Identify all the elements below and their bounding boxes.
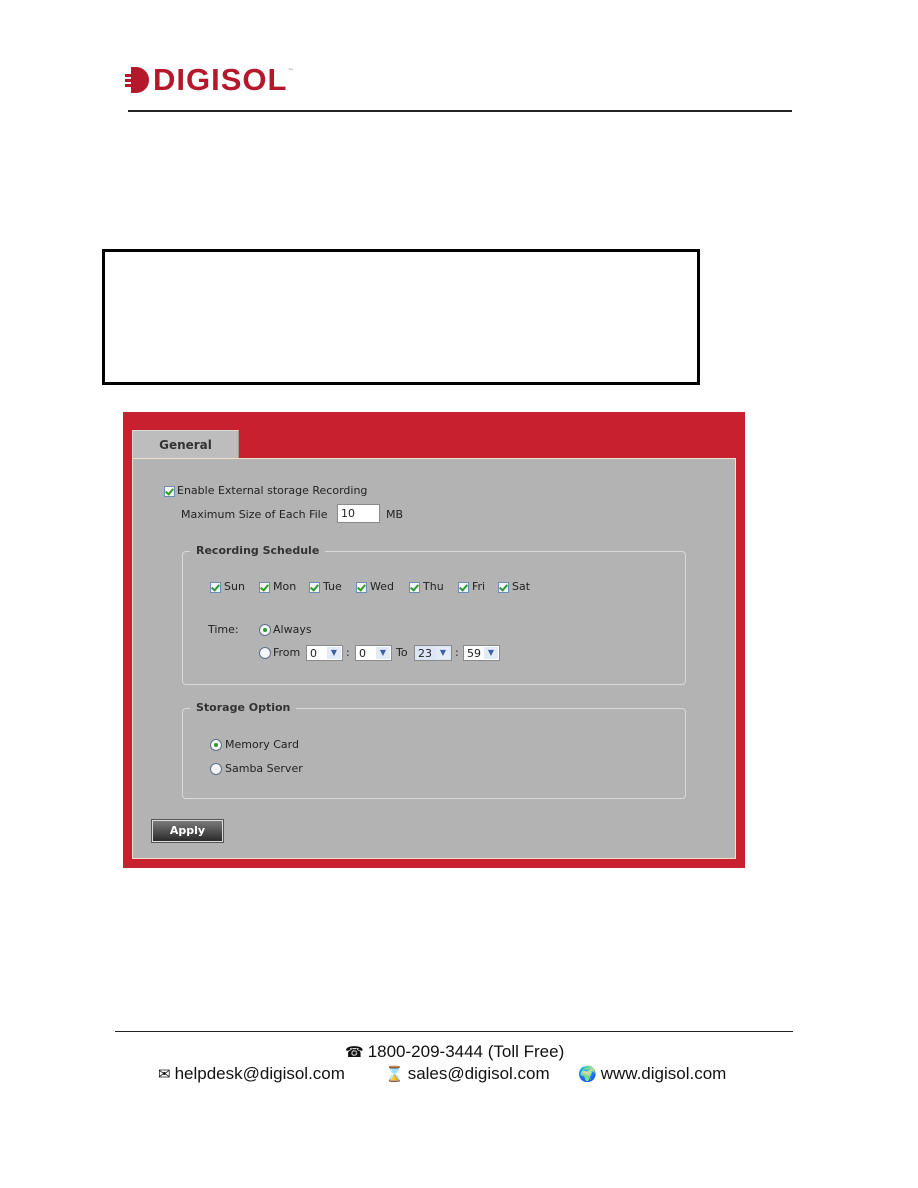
day-wed-checkbox[interactable]	[356, 582, 367, 593]
phone-icon: ☎	[345, 1044, 364, 1061]
storage-option-fieldset	[182, 708, 686, 799]
footer-phone: ☎ 1800-209-3444 (Toll Free)	[345, 1042, 564, 1062]
from-minute-select[interactable]: 0 ▼	[355, 645, 392, 661]
chevron-down-icon: ▼	[436, 647, 450, 659]
tab-general[interactable]: General	[132, 430, 239, 459]
day-sun-checkbox[interactable]	[210, 582, 221, 593]
enable-recording-checkbox[interactable]	[164, 486, 175, 497]
day-fri-checkbox[interactable]	[458, 582, 469, 593]
storage-option-legend: Storage Option	[190, 701, 297, 714]
day-tue-checkbox[interactable]	[309, 582, 320, 593]
note-box	[102, 249, 700, 385]
day-tue-label: Tue	[323, 580, 342, 593]
phone-number: 1800-209-3444 (Toll Free)	[367, 1042, 565, 1061]
max-file-size-unit: MB	[386, 508, 404, 521]
day-thu-label: Thu	[423, 580, 444, 593]
max-file-size-label: Maximum Size of Each File	[181, 508, 328, 521]
time-always-radio[interactable]	[259, 624, 271, 636]
hourglass-icon: ⌛	[385, 1066, 404, 1083]
from-hour-select[interactable]: 0 ▼	[306, 645, 343, 661]
to-minute-value: 59	[467, 646, 481, 660]
chevron-down-icon: ▼	[484, 647, 498, 659]
time-always-label: Always	[273, 623, 312, 636]
day-sun-label: Sun	[224, 580, 245, 593]
recording-schedule-fieldset	[182, 551, 686, 685]
footer-divider	[115, 1031, 793, 1032]
chevron-down-icon: ▼	[376, 647, 390, 659]
footer-website: 🌍 www.digisol.com	[578, 1064, 726, 1084]
day-wed-label: Wed	[370, 580, 394, 593]
storage-samba-server-radio[interactable]	[210, 763, 222, 775]
day-mon-label: Mon	[273, 580, 297, 593]
time-label: Time:	[208, 623, 239, 636]
footer-sales: ⌛ sales@digisol.com	[385, 1064, 550, 1084]
time-separator: :	[455, 646, 459, 659]
time-to-label: To	[396, 646, 408, 659]
sales-email-link[interactable]: sales@digisol.com	[408, 1064, 550, 1083]
trademark: ™	[287, 68, 294, 75]
day-fri-label: Fri	[472, 580, 486, 593]
time-from-label: From	[273, 646, 301, 659]
footer-helpdesk: ✉ helpdesk@digisol.com	[158, 1064, 345, 1084]
day-mon-checkbox[interactable]	[259, 582, 270, 593]
to-hour-value: 23	[418, 646, 432, 660]
header-divider	[128, 110, 792, 112]
max-file-size-input[interactable]	[337, 504, 380, 523]
brand-name: DIGISOL	[153, 62, 288, 97]
time-separator: :	[346, 646, 350, 659]
apply-button[interactable]: Apply	[151, 819, 224, 843]
time-range-radio[interactable]	[259, 647, 271, 659]
enable-recording-label: Enable External storage Recording	[177, 484, 368, 497]
helpdesk-email-link[interactable]: helpdesk@digisol.com	[175, 1064, 345, 1083]
mail-icon: ✉	[158, 1066, 171, 1083]
to-minute-select[interactable]: 59 ▼	[463, 645, 500, 661]
storage-memory-card-label: Memory Card	[225, 738, 299, 751]
globe-icon: 🌍	[578, 1066, 597, 1083]
storage-samba-server-label: Samba Server	[225, 762, 303, 775]
day-sat-label: Sat	[512, 580, 531, 593]
from-hour-value: 0	[310, 646, 317, 660]
storage-memory-card-radio[interactable]	[210, 739, 222, 751]
recording-schedule-legend: Recording Schedule	[190, 544, 326, 557]
digisol-logo: DIGISOL ™	[125, 64, 293, 96]
day-sat-checkbox[interactable]	[498, 582, 509, 593]
website-link[interactable]: www.digisol.com	[601, 1064, 727, 1083]
chevron-down-icon: ▼	[327, 647, 341, 659]
from-minute-value: 0	[359, 646, 366, 660]
day-thu-checkbox[interactable]	[409, 582, 420, 593]
logo-mark-icon	[125, 66, 151, 94]
to-hour-select[interactable]: 23 ▼	[414, 645, 452, 661]
